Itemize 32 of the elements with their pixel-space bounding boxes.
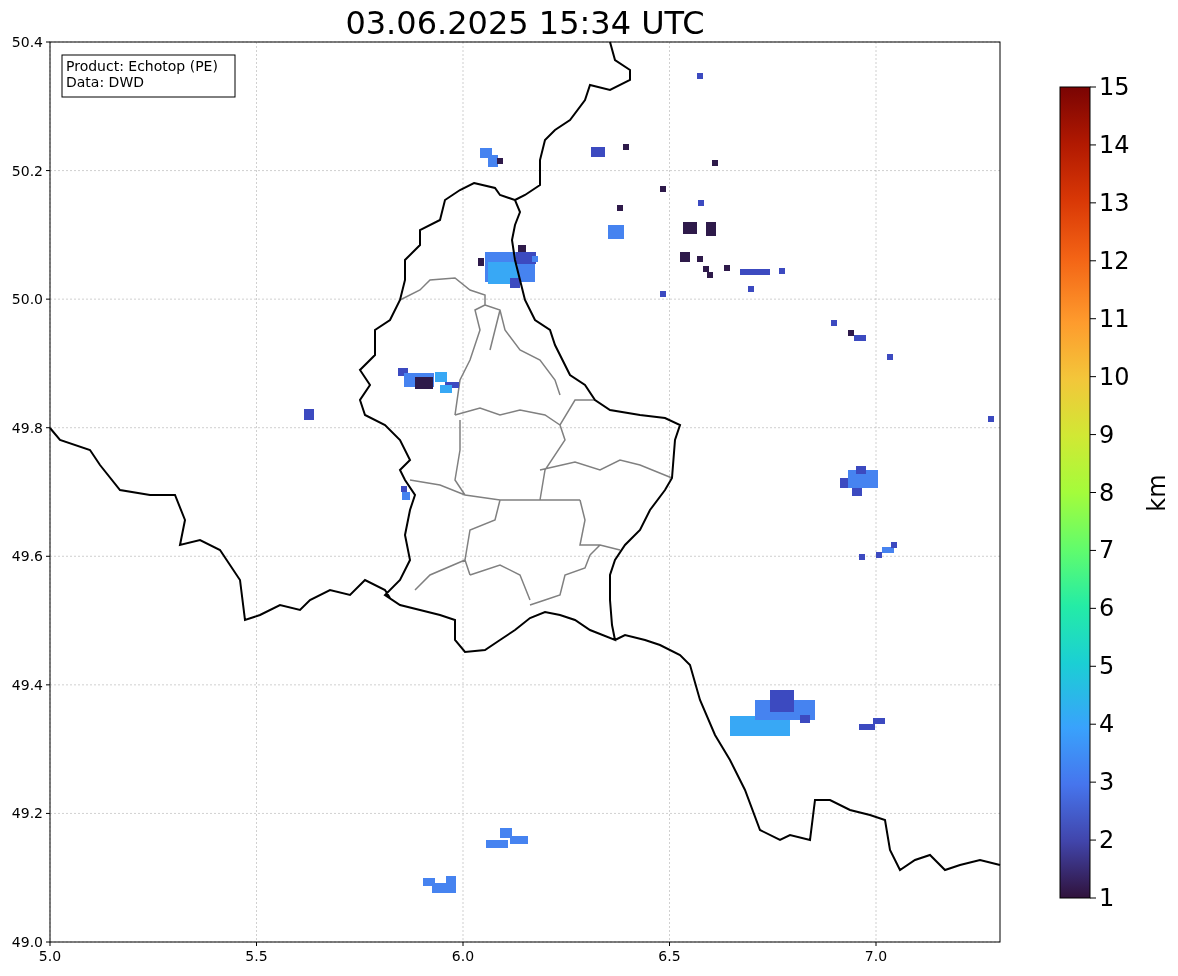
colorbar-tick-label: 4 [1099, 710, 1115, 739]
colorbar-tick-label: 13 [1099, 188, 1130, 217]
colorbar-tick-label: 3 [1099, 768, 1115, 797]
colorbar-label: km [1143, 474, 1171, 512]
y-tick-label: 50.2 [11, 162, 43, 179]
y-tick-label: 50.4 [11, 34, 43, 50]
y-tick-label: 49.0 [11, 934, 43, 950]
colorbar-tick-label: 9 [1099, 420, 1115, 449]
x-tick-label: 6.0 [451, 948, 475, 964]
colorbar-tick-label: 7 [1099, 536, 1115, 565]
y-tick-label: 49.2 [11, 805, 43, 822]
colorbar-tick-label: 14 [1099, 130, 1130, 159]
colorbar-tick-label: 8 [1099, 478, 1115, 507]
x-tick-label: 5.0 [38, 948, 62, 964]
x-tick-label: 6.5 [658, 948, 681, 964]
colorbar-tick-label: 5 [1099, 652, 1115, 681]
colorbar-tick-label: 12 [1099, 246, 1130, 275]
legend-text: Data: DWD [66, 74, 144, 90]
x-tick-label: 5.5 [245, 948, 268, 964]
colorbar-tick-label: 2 [1099, 826, 1115, 855]
plot-title: 03.06.2025 15:34 UTC [345, 4, 705, 42]
legend-text: Product: Echotop (PE) [66, 58, 218, 74]
y-tick-label: 49.4 [11, 676, 43, 693]
y-tick-label: 50.0 [11, 291, 43, 308]
colorbar-tick-label: 15 [1099, 73, 1130, 101]
colorbar-tick-label: 11 [1099, 304, 1130, 333]
y-tick-label: 49.8 [11, 419, 43, 436]
colorbar-tick-label: 6 [1099, 594, 1115, 623]
y-tick-label: 49.6 [11, 548, 43, 565]
x-tick-label: 7.0 [864, 948, 888, 964]
colorbar-tick-label: 1 [1099, 884, 1115, 912]
colorbar-tick-label: 10 [1099, 362, 1130, 391]
